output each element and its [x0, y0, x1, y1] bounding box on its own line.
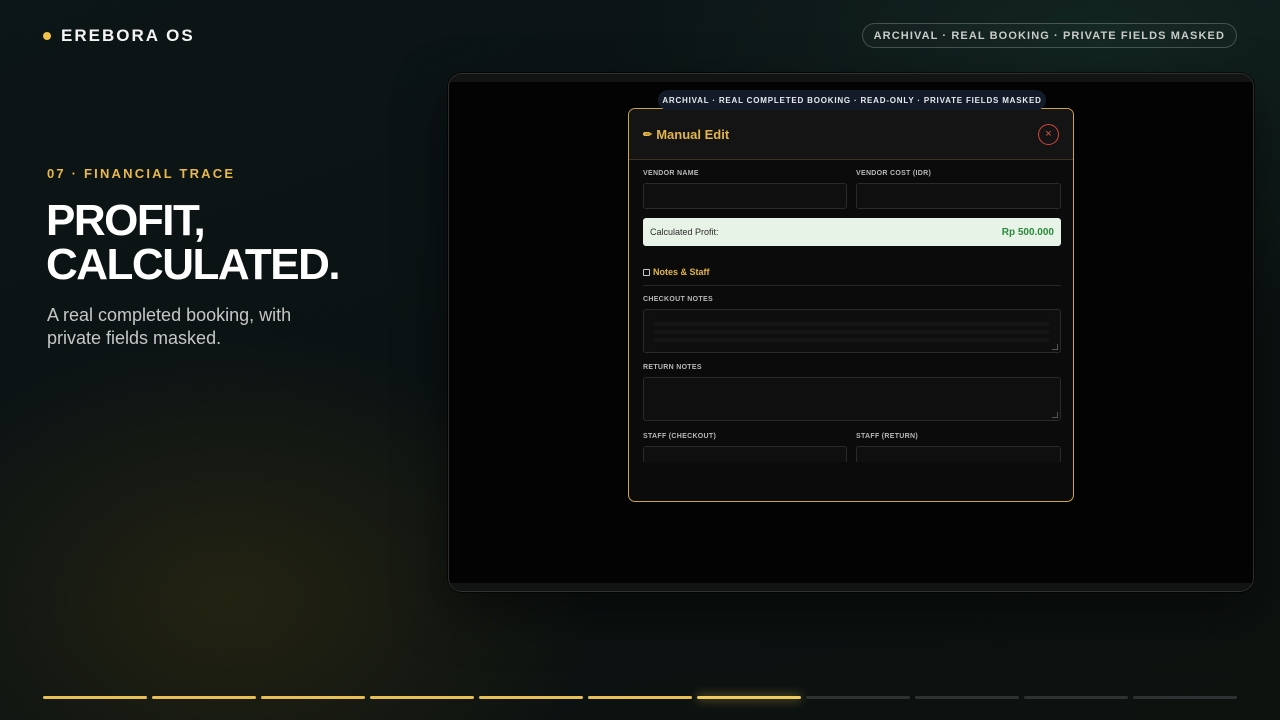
progress-segment[interactable]: [152, 696, 256, 699]
resize-grip-icon[interactable]: [1052, 344, 1058, 350]
progress-segment[interactable]: [1133, 696, 1237, 699]
headline-line-1: PROFIT,: [46, 196, 206, 245]
modal-header: ✏ Manual Edit ×: [629, 109, 1073, 160]
device-bezel-bottom: [449, 583, 1253, 591]
staff-checkout-label: STAFF (CHECKOUT): [643, 433, 717, 440]
checkout-notes-label: CHECKOUT NOTES: [643, 296, 713, 303]
modal-title-text: Manual Edit: [656, 127, 730, 142]
masked-private-text: [654, 322, 1049, 342]
device-frame: ARCHIVAL · REAL COMPLETED BOOKING · READ…: [448, 73, 1254, 592]
device-bezel-top: [449, 74, 1253, 82]
slide-headline: PROFIT, CALCULATED.: [46, 199, 426, 287]
progress-segment[interactable]: [479, 696, 583, 699]
staff-return-label: STAFF (RETURN): [856, 433, 919, 440]
checkout-notes-textarea[interactable]: [643, 309, 1061, 353]
close-icon: ×: [1045, 128, 1052, 140]
progress-segment[interactable]: [1024, 696, 1128, 699]
pencil-icon: ✏: [643, 129, 653, 141]
profit-label: Calculated Profit:: [650, 227, 719, 237]
modal-title: ✏ Manual Edit: [643, 127, 729, 142]
slide-progress-bar: [43, 696, 1237, 700]
progress-segment[interactable]: [915, 696, 1019, 699]
brand-name: EREBORA OS: [61, 26, 195, 45]
staff-return-input[interactable]: [856, 446, 1061, 462]
vendor-cost-label: VENDOR COST (IDR): [856, 170, 932, 177]
slide-subline: A real completed booking, with private f…: [47, 305, 292, 348]
progress-segment[interactable]: [43, 696, 147, 699]
calculated-profit-bar: Calculated Profit: Rp 500.000: [643, 218, 1061, 246]
vendor-name-label: VENDOR NAME: [643, 170, 699, 177]
status-pill: ARCHIVAL · REAL BOOKING · PRIVATE FIELDS…: [861, 23, 1237, 48]
vendor-name-input[interactable]: [643, 183, 847, 209]
progress-segment[interactable]: [370, 696, 474, 699]
section-title-text: Notes & Staff: [653, 267, 710, 277]
notes-square-icon: [643, 268, 650, 276]
resize-grip-icon[interactable]: [1052, 412, 1058, 418]
archival-badge: ARCHIVAL · REAL COMPLETED BOOKING · READ…: [658, 90, 1046, 110]
return-notes-textarea[interactable]: [643, 377, 1061, 421]
close-button[interactable]: ×: [1038, 124, 1059, 145]
slide-eyebrow: 07 · FINANCIAL TRACE: [47, 166, 236, 181]
progress-segment[interactable]: [261, 696, 365, 699]
manual-edit-modal: ✏ Manual Edit × VENDOR NAME VENDOR COST …: [628, 108, 1074, 502]
brand-dot-icon: [43, 32, 51, 40]
vendor-cost-input[interactable]: [856, 183, 1061, 209]
section-divider: [643, 285, 1061, 286]
profit-value: Rp 500.000: [1001, 226, 1054, 238]
return-notes-label: RETURN NOTES: [643, 364, 702, 371]
progress-segment[interactable]: [588, 696, 692, 699]
notes-staff-section-title: Notes & Staff: [643, 267, 710, 277]
progress-segment[interactable]: [806, 696, 910, 699]
headline-line-2: CALCULATED.: [46, 240, 341, 289]
progress-segment[interactable]: [697, 696, 801, 699]
brand: EREBORA OS: [43, 26, 195, 46]
staff-checkout-input[interactable]: [643, 446, 847, 462]
